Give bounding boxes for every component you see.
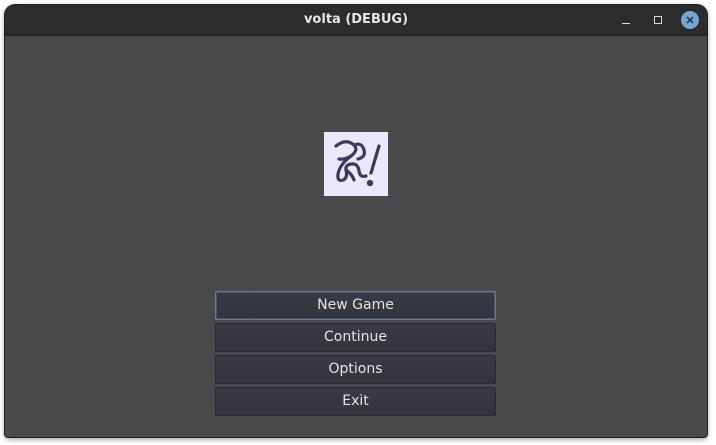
main-menu: New Game Continue Options Exit [215,291,496,419]
app-logo [324,132,388,196]
title-bar[interactable]: volta (DEBUG) [5,5,707,36]
main-content: New Game Continue Options Exit [5,36,707,437]
minimize-button[interactable] [617,11,635,29]
close-button[interactable] [681,11,699,29]
new-game-button[interactable]: New Game [215,291,496,320]
options-button[interactable]: Options [215,355,496,384]
continue-button[interactable]: Continue [215,323,496,352]
minimize-icon [622,23,630,24]
exit-button[interactable]: Exit [215,387,496,416]
close-icon [686,16,694,24]
maximize-button[interactable] [649,11,667,29]
app-logo-icon [334,140,381,187]
app-window: volta (DEBUG) New Game Continue Options … [5,5,707,437]
close-button-circle [681,11,699,29]
maximize-icon [654,16,662,24]
window-title: volta (DEBUG) [303,12,409,27]
